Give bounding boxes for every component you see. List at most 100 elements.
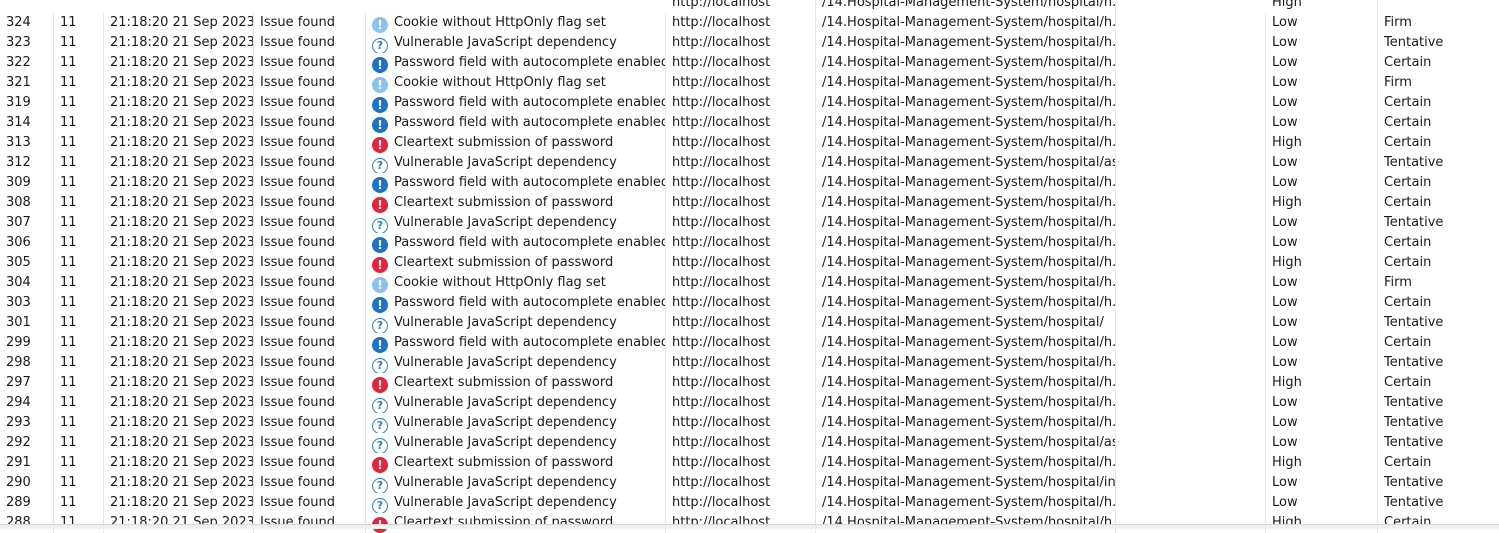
severity-cell: Low bbox=[1266, 93, 1378, 113]
event-log-table: http://localhost /14.Hospital-Management… bbox=[0, 0, 1499, 533]
table-row[interactable]: 298 11 21:18:20 21 Sep 2023 Issue found? Vul… bbox=[0, 353, 1499, 373]
issue-label: Vulnerable JavaScript dependency bbox=[394, 495, 617, 510]
host-cell: http://localhost bbox=[666, 113, 816, 133]
issue-label: Password field with autocomplete enabled bbox=[394, 95, 666, 110]
time-cell: 21:18:20 21 Sep 2023 bbox=[104, 313, 254, 333]
id-cell: 294 bbox=[0, 393, 54, 413]
issue-cell: ! Password field with autocomplete enable… bbox=[366, 333, 666, 353]
info-certain-icon: ! bbox=[372, 117, 388, 133]
issue-label: Password field with autocomplete enabled bbox=[394, 335, 666, 350]
table-row[interactable]: 307 11 21:18:20 21 Sep 2023 Issue found? Vul… bbox=[0, 213, 1499, 233]
severity-cell: High bbox=[1266, 453, 1378, 473]
task-cell: 11 bbox=[54, 293, 104, 313]
task-cell: 11 bbox=[54, 213, 104, 233]
severity-cell: Low bbox=[1266, 173, 1378, 193]
table-row[interactable]: 297 11 21:18:20 21 Sep 2023 Issue found! Cle… bbox=[0, 373, 1499, 393]
severity-cell: High bbox=[1266, 373, 1378, 393]
extra-cell bbox=[1116, 433, 1266, 453]
task-cell: 11 bbox=[54, 493, 104, 513]
extra-cell bbox=[1116, 153, 1266, 173]
path-cell: /14.Hospital-Management-System/hospital/… bbox=[816, 473, 1116, 493]
table-row[interactable]: 289 11 21:18:20 21 Sep 2023 Issue found? Vul… bbox=[0, 493, 1499, 513]
confidence-cell: Certain bbox=[1384, 235, 1432, 250]
tentative-question-icon: ? bbox=[372, 318, 388, 333]
info-certain-icon: ! bbox=[372, 97, 388, 113]
table-row[interactable]: 306 11 21:18:20 21 Sep 2023 Issue found! Pas… bbox=[0, 233, 1499, 253]
issue-label: Cleartext submission of password bbox=[394, 455, 614, 470]
issue-label: Password field with autocomplete enabled bbox=[394, 55, 666, 70]
extra-cell bbox=[1116, 193, 1266, 213]
confidence-cell: Certain bbox=[1384, 115, 1432, 130]
extra-cell bbox=[1116, 453, 1266, 473]
id-cell: 288 bbox=[0, 513, 54, 533]
table-row-partial[interactable]: http://localhost /14.Hospital-Management… bbox=[0, 0, 1499, 13]
tentative-question-icon: ? bbox=[372, 498, 388, 513]
id-cell: 324 bbox=[0, 13, 54, 33]
issue-cell: ? Vulnerable JavaScript dependency bbox=[366, 473, 666, 493]
task-cell: 11 bbox=[54, 113, 104, 133]
table-row[interactable]: 2881121:18:20 21 Sep 2023Issue found!Cle… bbox=[0, 513, 1499, 533]
table-row[interactable]: 301 11 21:18:20 21 Sep 2023 Issue found? Vul… bbox=[0, 313, 1499, 333]
table-row[interactable]: 293 11 21:18:20 21 Sep 2023 Issue found? Vul… bbox=[0, 413, 1499, 433]
action-cell: Issue found bbox=[254, 13, 366, 33]
extra-cell bbox=[1116, 33, 1266, 53]
table-row[interactable]: 319 11 21:18:20 21 Sep 2023 Issue found! Pas… bbox=[0, 93, 1499, 113]
table-row[interactable]: 309 11 21:18:20 21 Sep 2023 Issue found! Pas… bbox=[0, 173, 1499, 193]
severity-cell: High bbox=[1266, 193, 1378, 213]
host-cell: http://localhost bbox=[666, 413, 816, 433]
extra-cell bbox=[1116, 53, 1266, 73]
extra-cell bbox=[1116, 473, 1266, 493]
issue-cell: ! Cleartext submission of password bbox=[366, 253, 666, 273]
table-row[interactable]: 313 11 21:18:20 21 Sep 2023 Issue found! Cle… bbox=[0, 133, 1499, 153]
host-cell: http://localhost bbox=[666, 213, 816, 233]
table-row[interactable]: 299 11 21:18:20 21 Sep 2023 Issue found! Pas… bbox=[0, 333, 1499, 353]
tentative-question-icon: ? bbox=[372, 38, 388, 53]
table-row[interactable]: 303 11 21:18:20 21 Sep 2023 Issue found! Pas… bbox=[0, 293, 1499, 313]
action-cell: Issue found bbox=[254, 353, 366, 373]
table-row[interactable]: 294 11 21:18:20 21 Sep 2023 Issue found? Vul… bbox=[0, 393, 1499, 413]
path-cell: /14.Hospital-Management-System/hospital/… bbox=[816, 393, 1116, 413]
id-cell: 297 bbox=[0, 373, 54, 393]
table-row[interactable]: 322 11 21:18:20 21 Sep 2023 Issue found! Pas… bbox=[0, 53, 1499, 73]
host-cell: http://localhost bbox=[666, 473, 816, 493]
path-cell: /14.Hospital-Management-System/hospital/… bbox=[816, 513, 1116, 533]
table-row[interactable]: 312 11 21:18:20 21 Sep 2023 Issue found? Vul… bbox=[0, 153, 1499, 173]
confidence-cell: Tentative bbox=[1384, 315, 1444, 330]
extra-cell bbox=[1116, 513, 1266, 533]
issue-cell: ? Vulnerable JavaScript dependency bbox=[366, 313, 666, 333]
host-cell: http://localhost bbox=[666, 293, 816, 313]
time-cell: 21:18:20 21 Sep 2023 bbox=[104, 413, 254, 433]
table-row[interactable]: 292 11 21:18:20 21 Sep 2023 Issue found? Vul… bbox=[0, 433, 1499, 453]
task-cell: 11 bbox=[54, 193, 104, 213]
severity-cell: High bbox=[1266, 0, 1378, 13]
task-cell: 11 bbox=[54, 393, 104, 413]
table-row[interactable]: 290 11 21:18:20 21 Sep 2023 Issue found? Vul… bbox=[0, 473, 1499, 493]
table-row[interactable]: 323 11 21:18:20 21 Sep 2023 Issue found? Vul… bbox=[0, 33, 1499, 53]
path-cell: /14.Hospital-Management-System/hospital/… bbox=[816, 113, 1116, 133]
task-cell: 11 bbox=[54, 253, 104, 273]
table-row[interactable]: 308 11 21:18:20 21 Sep 2023 Issue found! Cle… bbox=[0, 193, 1499, 213]
issue-label: Vulnerable JavaScript dependency bbox=[394, 415, 617, 430]
path-cell: /14.Hospital-Management-System/hospital/… bbox=[816, 0, 1116, 13]
severity-cell: High bbox=[1266, 513, 1378, 533]
horizontal-scrollbar[interactable] bbox=[0, 524, 1499, 529]
table-row[interactable]: 324 11 21:18:20 21 Sep 2023 Issue found! Coo… bbox=[0, 13, 1499, 33]
issue-cell: ! Cookie without HttpOnly flag set bbox=[366, 73, 666, 93]
issue-cell: ? Vulnerable JavaScript dependency bbox=[366, 393, 666, 413]
time-cell: 21:18:20 21 Sep 2023 bbox=[104, 33, 254, 53]
table-row[interactable]: 321 11 21:18:20 21 Sep 2023 Issue found! Coo… bbox=[0, 73, 1499, 93]
action-cell: Issue found bbox=[254, 173, 366, 193]
time-cell: 21:18:20 21 Sep 2023 bbox=[104, 333, 254, 353]
host-cell: http://localhost bbox=[666, 53, 816, 73]
confidence-cell: Tentative bbox=[1384, 475, 1444, 490]
issue-label: Cookie without HttpOnly flag set bbox=[394, 15, 606, 30]
table-row[interactable]: 291 11 21:18:20 21 Sep 2023 Issue found! Cle… bbox=[0, 453, 1499, 473]
host-cell: http://localhost bbox=[666, 333, 816, 353]
task-cell: 11 bbox=[54, 333, 104, 353]
severity-cell: Low bbox=[1266, 73, 1378, 93]
host-cell: http://localhost bbox=[666, 373, 816, 393]
table-row[interactable]: 304 11 21:18:20 21 Sep 2023 Issue found! Coo… bbox=[0, 273, 1499, 293]
issue-label: Vulnerable JavaScript dependency bbox=[394, 155, 617, 170]
table-row[interactable]: 305 11 21:18:20 21 Sep 2023 Issue found! Cle… bbox=[0, 253, 1499, 273]
table-row[interactable]: 314 11 21:18:20 21 Sep 2023 Issue found! Pas… bbox=[0, 113, 1499, 133]
